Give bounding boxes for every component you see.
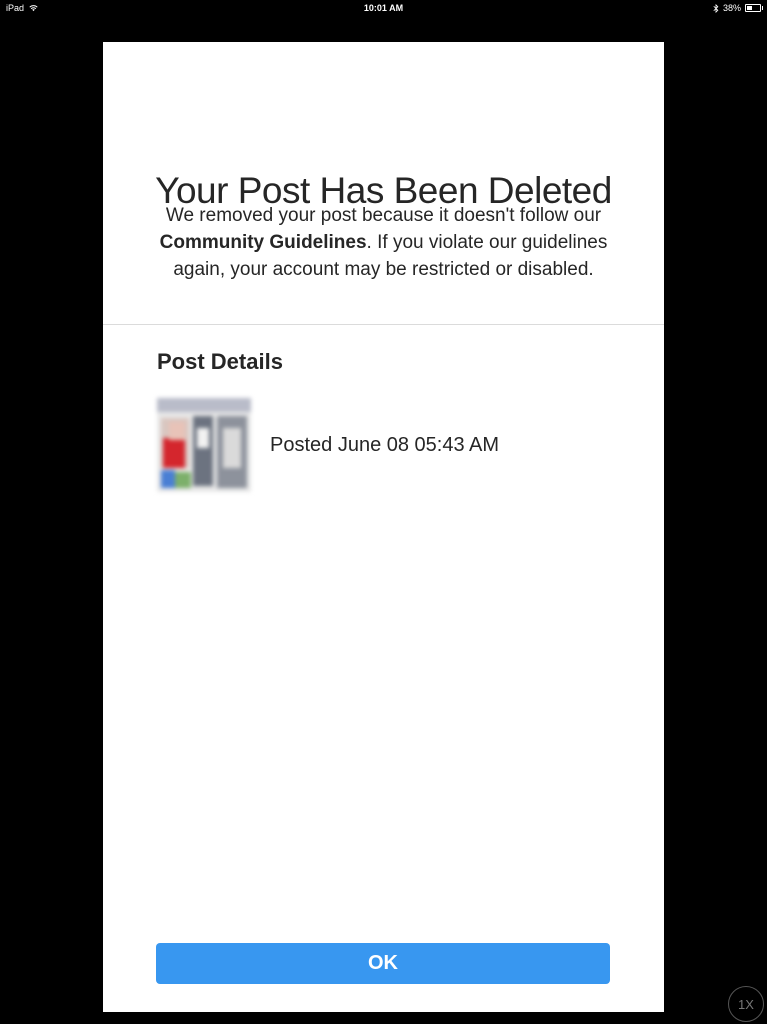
screen: iPad 10:01 AM 38% Your Post Has Been Del… [0,0,767,1024]
thumbnail-fragment [157,398,251,412]
post-details-title: Post Details [157,349,283,374]
bluetooth-icon [713,3,719,13]
status-right: 38% [713,3,763,13]
post-deleted-dialog: Your Post Has Been Deleted We removed yo… [103,42,664,1012]
status-time: 10:01 AM [363,3,404,13]
dialog-description: We removed your post because it doesn't … [151,202,616,283]
description-text-before: We removed your post because it doesn't … [165,205,602,226]
thumbnail-fragment [197,428,209,448]
battery-percent: 38% [722,3,741,13]
zoom-badge[interactable]: 1X [728,986,764,1022]
thumbnail-fragment [161,470,175,488]
thumbnail-fragment [163,438,185,468]
thumbnail-fragment [175,472,191,488]
post-details-row: Posted June 08 05:43 AM [157,398,499,492]
thumbnail-fragment [169,422,185,440]
post-date: Posted June 08 05:43 AM [270,433,500,456]
battery-fill [747,6,752,10]
community-guidelines-text: Community Guidelines [159,232,367,253]
status-bar: iPad 10:01 AM 38% [0,0,767,16]
ok-button[interactable]: OK [156,943,610,984]
post-thumbnail [157,398,251,492]
divider [103,324,664,325]
thumbnail-fragment [193,416,213,486]
battery-icon [745,4,763,12]
thumbnail-fragment [223,428,241,468]
